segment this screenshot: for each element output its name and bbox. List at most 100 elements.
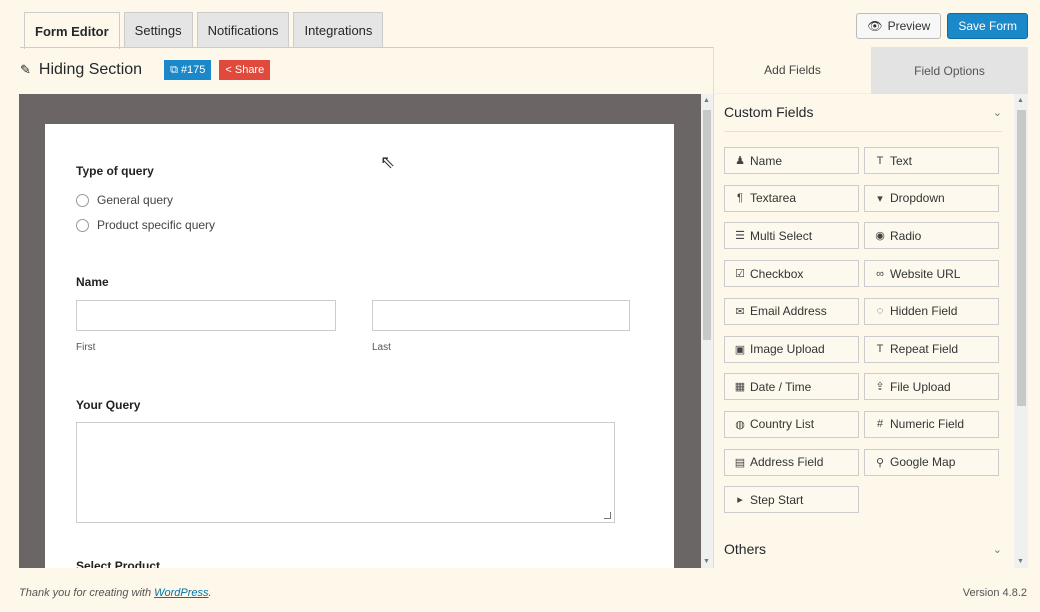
scroll-down-icon[interactable]: ▼ [703,558,710,565]
field-button-label: Numeric Field [890,417,965,432]
dropdown-icon: ▾ [877,192,883,205]
map-marker-icon: ⚲ [875,456,885,469]
image-icon: ▣ [734,343,746,356]
preview-button[interactable]: 👁 Preview [856,13,942,39]
field-button-label: Text [890,153,913,168]
tab-form-editor[interactable]: Form Editor [24,12,120,49]
editor-tabs: Form Editor Settings Notifications Integ… [24,12,384,49]
field-button-numeric-field[interactable]: # Numeric Field [864,410,999,438]
field-button-label: Image Upload [750,342,825,356]
envelope-icon: ✉ [735,305,745,318]
radio-label: General query [97,193,174,207]
tab-add-fields[interactable]: Add Fields [714,47,871,94]
tab-settings[interactable]: Settings [123,12,193,48]
field-button-label: Step Start [750,492,804,507]
name-label: Name [76,275,109,289]
field-button-multi-select[interactable]: ☰ Multi Select [724,222,859,250]
form-title-row: ✎ Hiding Section ⧉ #175 < Share [20,60,271,80]
field-button-textarea[interactable]: ¶ Textarea [724,184,859,212]
panel-scrollbar[interactable]: ▲ ▼ [1014,94,1028,568]
upload-icon: ⇪ [875,381,885,394]
field-button-label: Google Map [890,455,956,470]
field-button-repeat-field[interactable]: T Repeat Field [864,335,999,363]
text-icon: T [876,154,884,167]
chevron-down-icon: ⌄ [992,543,1002,556]
field-button-google-map[interactable]: ⚲ Google Map [864,448,999,476]
eye-icon: 👁 [867,19,883,33]
field-button-label: Email Address [750,304,827,319]
list-icon: ☰ [735,230,745,243]
field-button-website-url[interactable]: ∞ Website URL [864,260,999,288]
form-id-badge[interactable]: ⧉ #175 [164,60,212,80]
checkbox-icon: ☑ [735,268,745,281]
radio-icon: ◉ [875,230,885,243]
footer-thanks: Thank you for creating with WordPress. [19,587,212,599]
scroll-thumb[interactable] [1017,110,1026,406]
custom-fields-title: Custom Fields [724,104,814,120]
link-icon: ∞ [876,267,884,280]
field-button-step-start[interactable]: ▸ Step Start [724,486,859,514]
panel-tabs: Add Fields Field Options [714,47,1028,94]
others-title: Others [724,541,767,557]
field-button-date-time[interactable]: ▦ Date / Time [724,373,859,401]
scroll-up-icon[interactable]: ▲ [703,97,710,104]
radio-label: Product specific query [97,218,216,232]
field-button-image-upload[interactable]: ▣ Image Upload [724,335,859,363]
wordpress-link[interactable]: WordPress [154,587,208,599]
scroll-up-icon[interactable]: ▲ [1017,97,1024,104]
address-card-icon: ▤ [734,456,746,469]
save-form-button[interactable]: Save Form [947,13,1028,39]
field-button-label: Website URL [890,266,961,281]
field-button-file-upload[interactable]: ⇪ File Upload [864,373,999,401]
field-button-label: File Upload [890,379,951,394]
globe-icon: ◍ [735,418,745,431]
form-preview: Type of query General query Product spec… [45,124,674,568]
field-button-label: Textarea [750,191,797,206]
radio-general-query[interactable]: General query [76,193,173,207]
field-button-label: Date / Time [750,379,812,394]
radio-circle[interactable] [76,193,89,207]
field-button-label: Repeat Field [890,342,959,356]
radio-product-query[interactable]: Product specific query [76,218,215,232]
type-of-query-label: Type of query [76,164,154,178]
field-button-name[interactable]: ♟ Name [724,147,859,174]
select-product-label: Select Product [76,559,161,568]
tab-integrations[interactable]: Integrations [293,12,384,48]
field-button-address-field[interactable]: ▤ Address Field [724,448,859,476]
scroll-down-icon[interactable]: ▼ [1017,558,1024,565]
resize-handle[interactable] [604,512,611,519]
field-button-dropdown[interactable]: ▾ Dropdown [864,184,999,212]
custom-fields-header[interactable]: Custom Fields ⌄ [724,104,1002,120]
radio-circle[interactable] [76,218,89,232]
footer-version: Version 4.8.2 [962,587,1027,599]
field-button-country-list[interactable]: ◍ Country List [724,410,859,438]
top-actions: 👁 Preview Save Form [856,13,1028,39]
your-query-label: Your Query [76,398,141,412]
query-textarea[interactable] [76,422,615,523]
text-icon: T [876,343,884,355]
canvas-scrollbar[interactable]: ▲ ▼ [701,94,713,568]
hash-icon: # [876,418,884,431]
last-name-input[interactable] [372,300,630,331]
scroll-thumb[interactable] [703,110,711,340]
form-canvas: Type of query General query Product spec… [19,94,701,568]
form-title[interactable]: Hiding Section [39,61,142,79]
calendar-icon: ▦ [734,381,746,394]
field-button-hidden-field[interactable]: ◌ Hidden Field [864,297,999,325]
first-name-input[interactable] [76,300,336,331]
field-button-label: Multi Select [750,228,813,243]
field-button-text[interactable]: T Text [864,147,999,174]
footer-thanks-text: Thank you for creating with [19,587,155,599]
others-header[interactable]: Others ⌄ [724,541,1002,557]
field-button-label: Radio [890,228,922,243]
fields-panel: Add Fields Field Options Custom Fields ⌄… [713,47,1028,568]
field-button-checkbox[interactable]: ☑ Checkbox [724,260,859,288]
pencil-icon[interactable]: ✎ [20,62,31,78]
field-button-email-address[interactable]: ✉ Email Address [724,297,859,325]
tab-notifications[interactable]: Notifications [196,12,290,48]
first-sublabel: First [76,342,96,353]
tab-field-options[interactable]: Field Options [871,47,1028,94]
field-button-radio[interactable]: ◉ Radio [864,222,999,250]
share-button[interactable]: < Share [219,60,271,80]
field-button-label: Hidden Field [890,304,958,319]
